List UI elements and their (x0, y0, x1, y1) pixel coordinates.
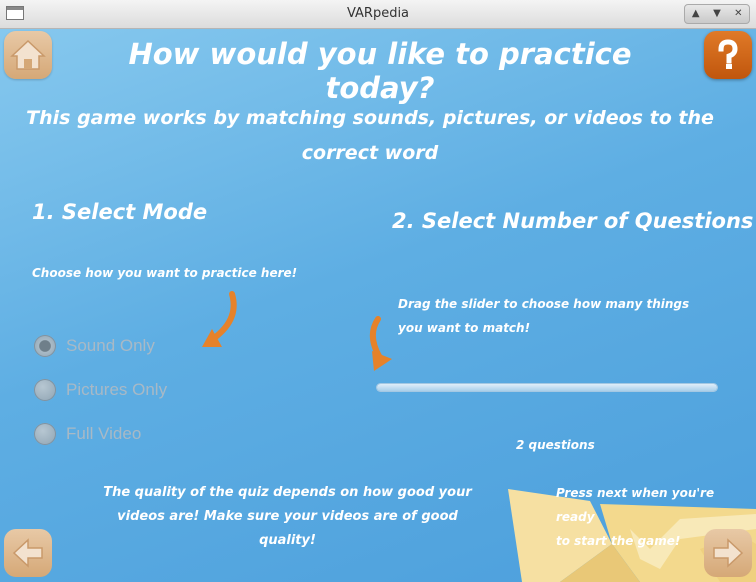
next-arrow-icon (713, 538, 744, 568)
next-button[interactable] (704, 529, 752, 577)
radio-label: Pictures Only (66, 380, 168, 399)
quality-note-line2: videos are! Make sure your videos are of… (117, 509, 458, 548)
radio-label: Full Video (66, 424, 142, 443)
radio-button-selected[interactable] (34, 335, 56, 357)
down-icon[interactable]: ▼ (706, 5, 727, 23)
quality-note: The quality of the quiz depends on how g… (100, 481, 475, 553)
next-note-line1: Press next when you're ready (556, 486, 715, 524)
radio-label: Sound Only (66, 336, 155, 355)
up-icon[interactable]: ▲ (685, 5, 706, 23)
back-arrow-icon (12, 538, 43, 568)
quality-note-line1: The quality of the quiz depends on how g… (103, 485, 472, 500)
radio-pictures-only[interactable]: Pictures Only (34, 377, 167, 403)
app-window: VARpedia ▲ ▼ ✕ How would you like to pra… (0, 0, 756, 582)
window-controls: ▲ ▼ ✕ (684, 4, 750, 24)
main-content: How would you like to practice today? Th… (0, 29, 756, 582)
title-bar: VARpedia ▲ ▼ ✕ (0, 0, 756, 29)
questions-hint: Drag the slider to choose how many thing… (398, 292, 689, 340)
radio-button[interactable] (34, 379, 56, 401)
radio-sound-only[interactable]: Sound Only (34, 333, 155, 359)
radio-full-video[interactable]: Full Video (34, 421, 141, 447)
close-icon[interactable]: ✕ (728, 5, 749, 23)
radio-button[interactable] (34, 423, 56, 445)
questions-slider[interactable] (377, 384, 717, 391)
window-title: VARpedia (346, 6, 410, 21)
question-count-label: 2 questions (516, 438, 595, 452)
questions-heading: 2. Select Number of Questions (392, 209, 754, 233)
questions-hint-line1: Drag the slider to choose how many thing… (398, 297, 690, 311)
questions-hint-line2: you want to match! (398, 321, 531, 335)
back-button[interactable] (4, 529, 52, 577)
